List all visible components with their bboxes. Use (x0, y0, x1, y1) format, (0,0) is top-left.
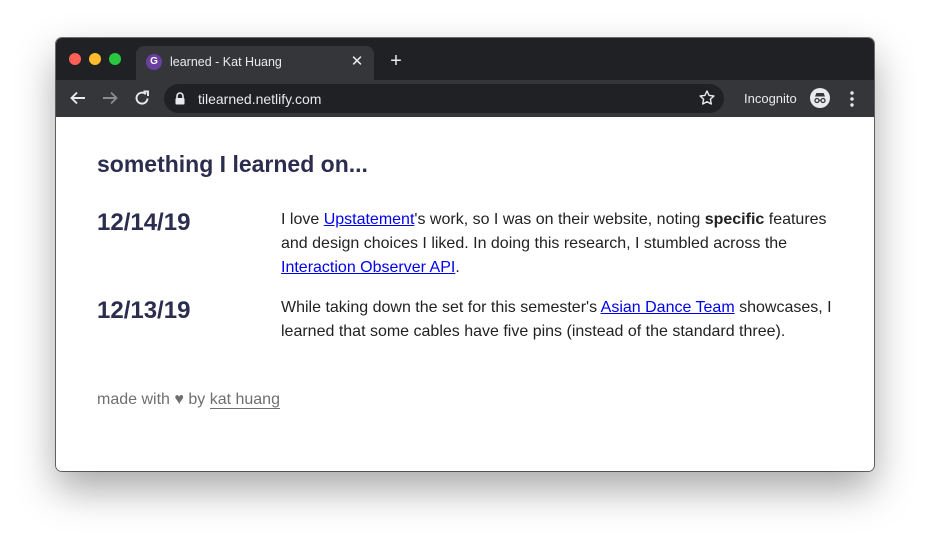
lock-icon[interactable] (174, 92, 186, 105)
entry-date: 12/13/19 (97, 297, 191, 324)
entry-text-segment: While taking down the set for this semes… (281, 299, 601, 316)
entry-bold-text: specific (704, 211, 765, 228)
entry-text: While taking down the set for this semes… (281, 296, 841, 344)
site-favicon-icon: G (146, 54, 162, 70)
entry-text-segment: . (455, 259, 460, 276)
entry-text-segment: 's work, so I was on their website, noti… (414, 211, 705, 228)
forward-arrow-icon[interactable] (100, 88, 120, 108)
close-tab-icon[interactable]: ✕ (348, 53, 366, 71)
tab-title: learned - Kat Huang (170, 55, 282, 69)
browser-toolbar: tilearned.netlify.com Incognito (56, 80, 874, 117)
close-window-button[interactable] (69, 53, 81, 65)
author-link[interactable]: kat huang (209, 391, 280, 409)
entry-date: 12/14/19 (97, 209, 191, 236)
active-tab[interactable]: G learned - Kat Huang ✕ (136, 46, 374, 80)
footer-by: by (188, 391, 206, 408)
upstatement-link[interactable]: Upstatement (324, 211, 415, 228)
page-title: something I learned on... (97, 151, 368, 177)
incognito-icon[interactable] (810, 88, 830, 108)
maximize-window-button[interactable] (109, 53, 121, 65)
new-tab-button[interactable]: + (386, 51, 406, 71)
tab-strip: G learned - Kat Huang ✕ + (56, 38, 874, 80)
browser-window: G learned - Kat Huang ✕ + tilearned.netl… (56, 38, 874, 471)
interaction-observer-link[interactable]: Interaction Observer API (281, 259, 455, 276)
url-text[interactable]: tilearned.netlify.com (198, 91, 321, 107)
back-arrow-icon[interactable] (68, 88, 88, 108)
asian-dance-team-link[interactable]: Asian Dance Team (601, 299, 735, 316)
reload-icon[interactable] (132, 88, 152, 108)
incognito-label[interactable]: Incognito (744, 91, 797, 106)
heart-icon: ♥ (174, 391, 184, 408)
address-bar[interactable]: tilearned.netlify.com (164, 84, 724, 113)
star-icon[interactable] (698, 89, 716, 107)
entry-text-segment: I love (281, 211, 324, 228)
footer: made with ♥ by kat huang (97, 391, 280, 409)
minimize-window-button[interactable] (89, 53, 101, 65)
entry-text: I love Upstatement's work, so I was on t… (281, 208, 841, 280)
page-content: something I learned on... 12/14/19 I lov… (56, 117, 874, 471)
kebab-menu-icon[interactable] (844, 89, 860, 109)
footer-prefix: made with (97, 391, 170, 408)
